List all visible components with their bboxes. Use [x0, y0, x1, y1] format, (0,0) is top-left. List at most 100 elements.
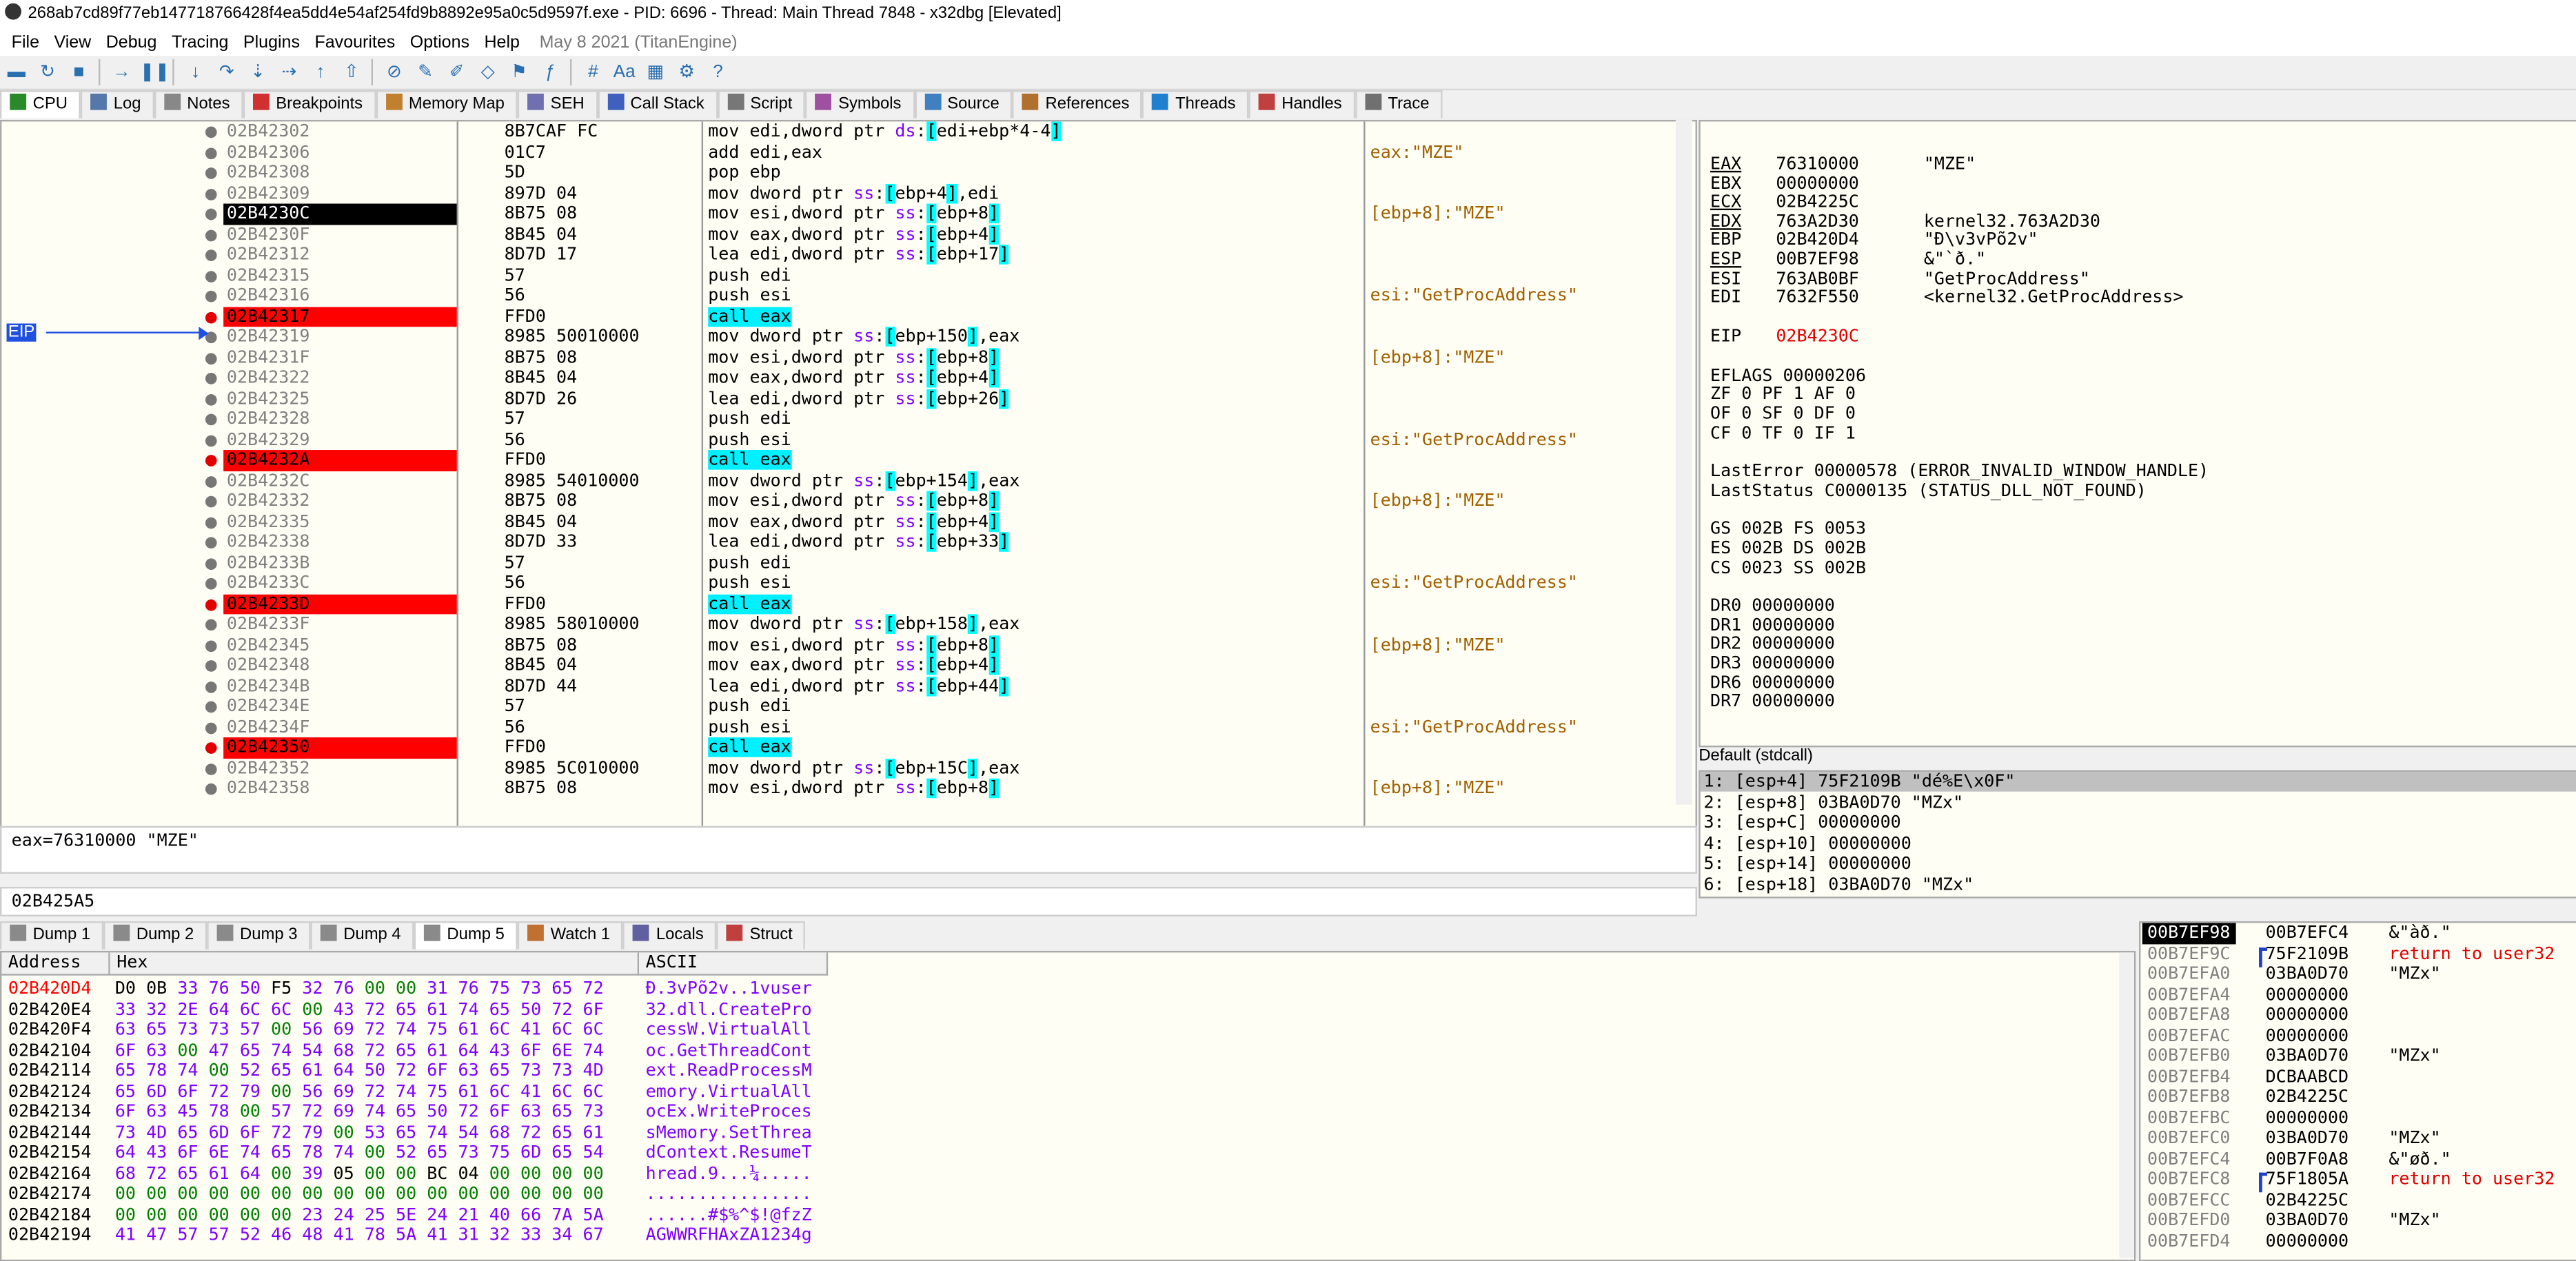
stack-row[interactable]: 00B7EFA8 00000000: [2140, 1005, 2576, 1026]
menu-help[interactable]: Help: [484, 30, 520, 56]
execute-till-return-icon[interactable]: ↑: [307, 59, 334, 85]
pause-icon[interactable]: ❚❚: [140, 59, 170, 85]
breakpoint-slot[interactable]: [205, 660, 217, 672]
disasm-row[interactable]: 02B42315 57 push edi: [1, 265, 1677, 286]
disasm-row[interactable]: 02B4233C 56 push esi esi:"GetProcAddress": [1, 573, 1677, 594]
settings-icon[interactable]: ⚙: [673, 59, 700, 85]
disasm-row[interactable]: 02B42312 8D7D 17 lea edi,dword ptr ss:[ebp…: [1, 245, 1677, 265]
breakpoint-slot[interactable]: [205, 475, 217, 487]
tab-symbols[interactable]: Symbols: [805, 90, 915, 119]
breakpoint-slot[interactable]: [205, 413, 217, 426]
breakpoint-dot[interactable]: [205, 455, 217, 467]
stack-row[interactable]: 00B7EFB0 03BA0D70 "MZx": [2140, 1046, 2576, 1067]
breakpoint-slot[interactable]: [205, 701, 217, 713]
stack-row[interactable]: 00B7EFB4 DCBAABCD: [2140, 1067, 2576, 1087]
register-esp[interactable]: ESP 00B7EF98 &"`ð.": [1710, 249, 1986, 269]
disasm-row[interactable]: 02B4231F 8B75 08 mov esi,dword ptr ss:[ebp…: [1, 347, 1677, 368]
stop-icon[interactable]: ■: [65, 59, 92, 85]
debug-register[interactable]: DR3 00000000: [1710, 654, 1835, 674]
disasm-row[interactable]: 02B42322 8B45 04 mov eax,dword ptr ss:[ebp…: [1, 367, 1677, 389]
stack-row[interactable]: 00B7EFCC 02B4225C: [2140, 1190, 2576, 1211]
menu-file[interactable]: File: [12, 30, 39, 56]
font-icon[interactable]: Aa: [611, 59, 638, 85]
trace-into-icon[interactable]: ⇣: [245, 59, 271, 85]
registers-panel[interactable]: EAX 76310000 "MZE" EBX 00000000 ECX 02B4225C ED…: [1698, 119, 2576, 748]
flags-line[interactable]: OF 0 SF 0 DF 0: [1710, 404, 1856, 424]
stack-row[interactable]: 00B7EFC8 75F1805A return to user32: [2140, 1169, 2576, 1193]
flags-line[interactable]: CF 0 TF 0 IF 1: [1710, 423, 1856, 443]
disasm-row[interactable]: 02B42325 8D7D 26 lea edi,dword ptr ss:[ebp…: [1, 388, 1677, 409]
disasm-row[interactable]: 02B42319 8985 50010000 mov dword ptr ss:[e…: [1, 327, 1677, 347]
menu-favourites[interactable]: Favourites: [314, 30, 395, 56]
tab-dump-2[interactable]: Dump 2: [103, 921, 207, 950]
tab-cpu[interactable]: CPU: [0, 90, 81, 119]
tab-trace[interactable]: Trace: [1355, 90, 1443, 119]
breakpoint-slot[interactable]: [205, 373, 217, 385]
disasm-row[interactable]: 02B4234F 56 push esi esi:"GetProcAddress": [1, 717, 1677, 737]
stack-row[interactable]: 00B7EFB8 02B4225C: [2140, 1087, 2576, 1108]
disasm-row[interactable]: 02B4234B 8D7D 44 lea edi,dword ptr ss:[ebp…: [1, 675, 1677, 697]
stack-row[interactable]: 00B7EFD0 03BA0D70 "MZx": [2140, 1210, 2576, 1231]
tab-source[interactable]: Source: [914, 90, 1013, 119]
callstack-arg[interactable]: 3: [esp+C] 00000000: [1703, 813, 1900, 833]
segment-line[interactable]: CS 0023 SS 002B: [1710, 557, 1866, 577]
flags-line[interactable]: ZF 0 PF 1 AF 0: [1710, 385, 1856, 405]
tab-dump-3[interactable]: Dump 3: [207, 921, 311, 950]
comment-icon[interactable]: ✐: [443, 59, 469, 85]
breakpoint-slot[interactable]: [205, 639, 217, 651]
breakpoint-slot[interactable]: [205, 434, 217, 447]
stack-row[interactable]: 00B7EFC4 00B7F0A8 &"øð.": [2140, 1149, 2576, 1169]
disasm-row[interactable]: 02B42328 57 push edi: [1, 409, 1677, 429]
stack-row[interactable]: 00B7EFC0 03BA0D70 "MZx": [2140, 1128, 2576, 1149]
tab-log[interactable]: Log: [81, 90, 154, 119]
bookmark-icon[interactable]: ⚑: [506, 59, 532, 85]
menu-view[interactable]: View: [54, 30, 91, 56]
tab-dump-5[interactable]: Dump 5: [414, 921, 518, 950]
stack-row[interactable]: 00B7EFBC 00000000: [2140, 1108, 2576, 1129]
breakpoint-slot[interactable]: [205, 516, 217, 529]
disasm-row[interactable]: 02B42350 FFD0 call eax: [1, 737, 1677, 758]
menu-tracing[interactable]: Tracing: [172, 30, 229, 56]
run-to-user-code-icon[interactable]: ⇧: [338, 59, 365, 85]
stack-panel[interactable]: 00B7EF98 00B7EFC4 &"àð." 00B7EF9C 75F2109B re…: [2139, 921, 2576, 1261]
debug-register[interactable]: DR2 00000000: [1710, 635, 1835, 655]
disasm-row[interactable]: 02B4233F 8985 58010000 mov dword ptr ss:[e…: [1, 614, 1677, 635]
breakpoint-slot[interactable]: [205, 167, 217, 179]
stack-row[interactable]: 00B7EFD4 00000000: [2140, 1231, 2576, 1251]
debug-register[interactable]: DR0 00000000: [1710, 597, 1835, 617]
stack-row[interactable]: 00B7EFA0 03BA0D70 "MZx": [2140, 964, 2576, 985]
disasm-row[interactable]: 02B4232C 8985 54010000 mov dword ptr ss:[e…: [1, 470, 1677, 491]
breakpoint-slot[interactable]: [205, 495, 217, 508]
hash-icon[interactable]: #: [580, 59, 606, 85]
disasm-row[interactable]: 02B42338 8D7D 33 lea edi,dword ptr ss:[ebp…: [1, 532, 1677, 553]
breakpoint-slot[interactable]: [205, 577, 217, 590]
disasm-row[interactable]: 02B42332 8B75 08 mov esi,dword ptr ss:[ebp…: [1, 491, 1677, 512]
disasm-row[interactable]: 02B4233D FFD0 call eax: [1, 593, 1677, 615]
breakpoint-slot[interactable]: [205, 352, 217, 364]
disasm-row[interactable]: 02B4232A FFD0 call eax: [1, 450, 1677, 471]
disasm-row[interactable]: 02B42317 FFD0 call eax: [1, 306, 1677, 327]
disasm-row[interactable]: 02B42335 8B45 04 mov eax,dword ptr ss:[ebp…: [1, 511, 1677, 532]
disassembly-scrollbar[interactable]: [1675, 119, 1692, 805]
disasm-row[interactable]: 02B42302 8B7CAF FC mov edi,dword ptr ds:[e…: [1, 121, 1677, 142]
callstack-args-panel[interactable]: 1: [esp+4] 75F2109B "dé%E\x0F" 2: [esp+8]…: [1698, 770, 2576, 899]
breakpoint-dot[interactable]: [205, 742, 217, 754]
breakpoint-slot[interactable]: [205, 290, 217, 303]
breakpoint-slot[interactable]: [205, 270, 217, 282]
breakpoint-slot[interactable]: [205, 763, 217, 775]
register-esi[interactable]: ESI 763AB0BF "GetProcAddress": [1710, 269, 2090, 289]
tab-memory-map[interactable]: Memory Map: [376, 90, 518, 119]
breakpoint-slot[interactable]: [205, 619, 217, 631]
tab-dump-4[interactable]: Dump 4: [310, 921, 414, 950]
dump-scrollbar[interactable]: [2119, 952, 2134, 1258]
disasm-row[interactable]: 02B42316 56 push esi esi:"GetProcAddress": [1, 286, 1677, 307]
debug-register[interactable]: DR7 00000000: [1710, 692, 1835, 712]
disasm-row[interactable]: 02B4230F 8B45 04 mov eax,dword ptr ss:[ebp…: [1, 224, 1677, 245]
disasm-row[interactable]: 02B42352 8985 5C010000 mov dword ptr ss:[e…: [1, 757, 1677, 779]
disasm-row[interactable]: 02B42308 5D pop ebp: [1, 163, 1677, 183]
tab-breakpoints[interactable]: Breakpoints: [243, 90, 376, 119]
stack-row[interactable]: 00B7EFAC 00000000: [2140, 1025, 2576, 1046]
breakpoint-slot[interactable]: [205, 208, 217, 221]
segment-line[interactable]: GS 002B FS 0053: [1710, 520, 1866, 540]
tab-watch-1[interactable]: Watch 1: [517, 921, 624, 950]
